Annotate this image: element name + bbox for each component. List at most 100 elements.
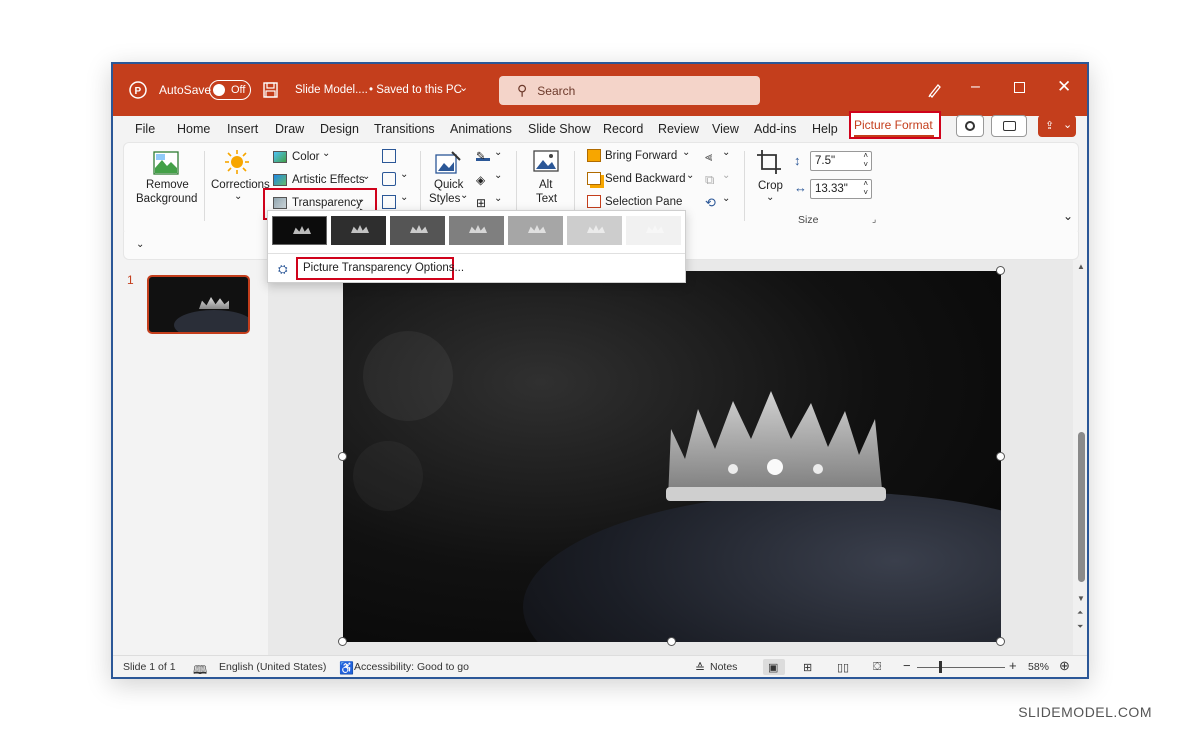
change-picture-icon[interactable] [382, 172, 396, 186]
rotate-icon[interactable]: ⟲ [705, 195, 716, 211]
zoom-slider[interactable] [917, 667, 1005, 668]
accessibility-icon[interactable]: ♿ [339, 661, 354, 675]
transparency-preset-15[interactable] [331, 216, 386, 245]
align-icon[interactable]: ⫷ [705, 149, 712, 165]
language[interactable]: English (United States) [219, 661, 326, 673]
close-icon[interactable]: ✕ [1057, 77, 1071, 97]
color-label[interactable]: Color [292, 151, 319, 163]
record-button[interactable] [956, 115, 984, 137]
share-button[interactable]: ⇪ ⌄ [1038, 115, 1076, 137]
transparency-preset-0[interactable] [272, 216, 327, 245]
remove-background-label-2[interactable]: Background [136, 193, 197, 205]
resize-handle-bottom[interactable] [667, 637, 676, 646]
transparency-preset-50[interactable] [449, 216, 504, 245]
scroll-down-icon[interactable]: ▼ [1077, 594, 1085, 603]
tab-picture-format-highlight[interactable]: Picture Format [849, 111, 941, 139]
chevron-down-icon[interactable]: ⌄ [722, 193, 730, 204]
chevron-down-icon[interactable]: ⌄ [494, 147, 502, 158]
reset-picture-icon[interactable] [382, 195, 396, 209]
tab-animations[interactable]: Animations [450, 122, 512, 136]
corrections-label[interactable]: Corrections [211, 179, 270, 191]
send-backward-label[interactable]: Send Backward [605, 173, 686, 185]
slide-thumbnail[interactable] [147, 275, 250, 334]
reading-view-icon[interactable]: ▯▯ [837, 661, 849, 674]
collapse-ribbon-icon[interactable]: ⌄ [1063, 209, 1073, 223]
chevron-down-icon[interactable]: ⌄ [322, 148, 330, 159]
tab-transitions[interactable]: Transitions [374, 122, 435, 136]
chevron-down-icon[interactable]: ⌄ [766, 192, 774, 203]
transparency-preset-30[interactable] [390, 216, 445, 245]
chevron-down-icon[interactable]: ⌄ [400, 169, 408, 180]
next-slide-icon[interactable]: ⏷ [1077, 622, 1083, 632]
selection-pane-label[interactable]: Selection Pane [605, 196, 682, 208]
spinner-icon[interactable]: ˄ ˅ [863, 151, 868, 169]
group-objects-icon[interactable]: ⧉ [705, 172, 714, 188]
spell-check-icon[interactable]: 🕮 [193, 661, 207, 677]
tab-add-ins[interactable]: Add-ins [754, 122, 796, 136]
chevron-down-icon[interactable]: ⌄ [494, 193, 502, 204]
remove-background-label-1[interactable]: Remove [146, 179, 189, 191]
search-box[interactable]: ⚲ Search [499, 76, 760, 105]
compress-pictures-icon[interactable] [382, 149, 396, 163]
chevron-down-icon[interactable]: ⌄ [682, 147, 690, 158]
tab-draw[interactable]: Draw [275, 122, 304, 136]
zoom-slider-thumb[interactable] [939, 661, 942, 673]
notes-icon[interactable]: ≙ [695, 661, 705, 675]
quick-styles-label-1[interactable]: Quick [434, 179, 463, 191]
zoom-level[interactable]: 58% [1028, 661, 1049, 673]
transparency-preset-65[interactable] [508, 216, 563, 245]
chevron-down-icon[interactable]: ⌄ [722, 170, 730, 181]
resize-handle-bottom-right[interactable] [996, 637, 1005, 646]
resize-handle-bottom-left[interactable] [338, 637, 347, 646]
transparency-preset-80[interactable] [567, 216, 622, 245]
zoom-in-icon[interactable]: + [1009, 658, 1017, 673]
tab-help[interactable]: Help [812, 122, 838, 136]
scrollbar-thumb[interactable] [1078, 432, 1085, 582]
picture-transparency-options-item[interactable]: Picture Transparency Options... [296, 257, 464, 280]
accessibility-status[interactable]: Accessibility: Good to go [354, 661, 469, 673]
zoom-out-icon[interactable]: − [903, 658, 911, 673]
chevron-down-icon[interactable]: ⌄ [494, 170, 502, 181]
chevron-down-icon[interactable]: ⌄ [362, 171, 370, 182]
resize-handle-right[interactable] [996, 452, 1005, 461]
autosave-toggle[interactable]: Off [209, 80, 251, 100]
chevron-down-icon[interactable]: ⌄ [686, 170, 694, 181]
notes-button[interactable]: Notes [710, 661, 737, 673]
slide-image[interactable] [343, 271, 1001, 642]
spinner-icon[interactable]: ˄ ˅ [863, 179, 868, 197]
resize-handle-top-right[interactable] [996, 266, 1005, 275]
designer-pen-icon[interactable] [927, 82, 943, 98]
tab-picture-format[interactable]: Picture Format [854, 118, 933, 132]
presenter-view-icon[interactable]: ⛋ [873, 661, 881, 674]
chevron-down-icon[interactable]: ⌄ [722, 147, 730, 158]
tab-insert[interactable]: Insert [227, 122, 258, 136]
width-input[interactable]: 13.33" ˄ ˅ [810, 179, 872, 199]
dialog-launcher-icon[interactable]: ⌟ [872, 214, 876, 225]
alt-text-label-1[interactable]: Alt [539, 179, 552, 191]
previous-slide-icon[interactable]: ⏶ [1077, 608, 1083, 618]
tab-record[interactable]: Record [603, 122, 643, 136]
maximize-icon[interactable] [1014, 82, 1025, 93]
save-icon[interactable] [263, 82, 278, 98]
tab-design[interactable]: Design [320, 122, 359, 136]
crop-label[interactable]: Crop [758, 180, 783, 192]
comments-button[interactable] [991, 115, 1027, 137]
chevron-down-icon[interactable]: ⌄ [234, 191, 242, 202]
picture-effects-icon[interactable]: ◈ [476, 173, 490, 187]
vertical-scrollbar[interactable]: ▲ ▼ ⏶ ⏷ [1073, 260, 1087, 655]
tab-home[interactable]: Home [177, 122, 210, 136]
bring-forward-label[interactable]: Bring Forward [605, 150, 677, 162]
tab-file[interactable]: File [135, 122, 155, 136]
tab-review[interactable]: Review [658, 122, 699, 136]
fit-to-window-icon[interactable]: ⊕ [1059, 658, 1070, 674]
tab-slide-show[interactable]: Slide Show [528, 122, 591, 136]
scroll-up-icon[interactable]: ▲ [1077, 262, 1085, 271]
alt-text-label-2[interactable]: Text [536, 193, 557, 205]
chevron-down-icon[interactable]: ⌄ [460, 190, 468, 201]
chevron-down-icon[interactable]: ⌄ [459, 81, 468, 94]
slide-sorter-icon[interactable]: ⊞ [803, 661, 812, 674]
picture-layout-icon[interactable]: ⊞ [476, 196, 490, 210]
chevron-down-icon[interactable]: ⌄ [400, 192, 408, 203]
height-input[interactable]: 7.5" ˄ ˅ [810, 151, 872, 171]
minimize-icon[interactable]: – [971, 78, 980, 96]
